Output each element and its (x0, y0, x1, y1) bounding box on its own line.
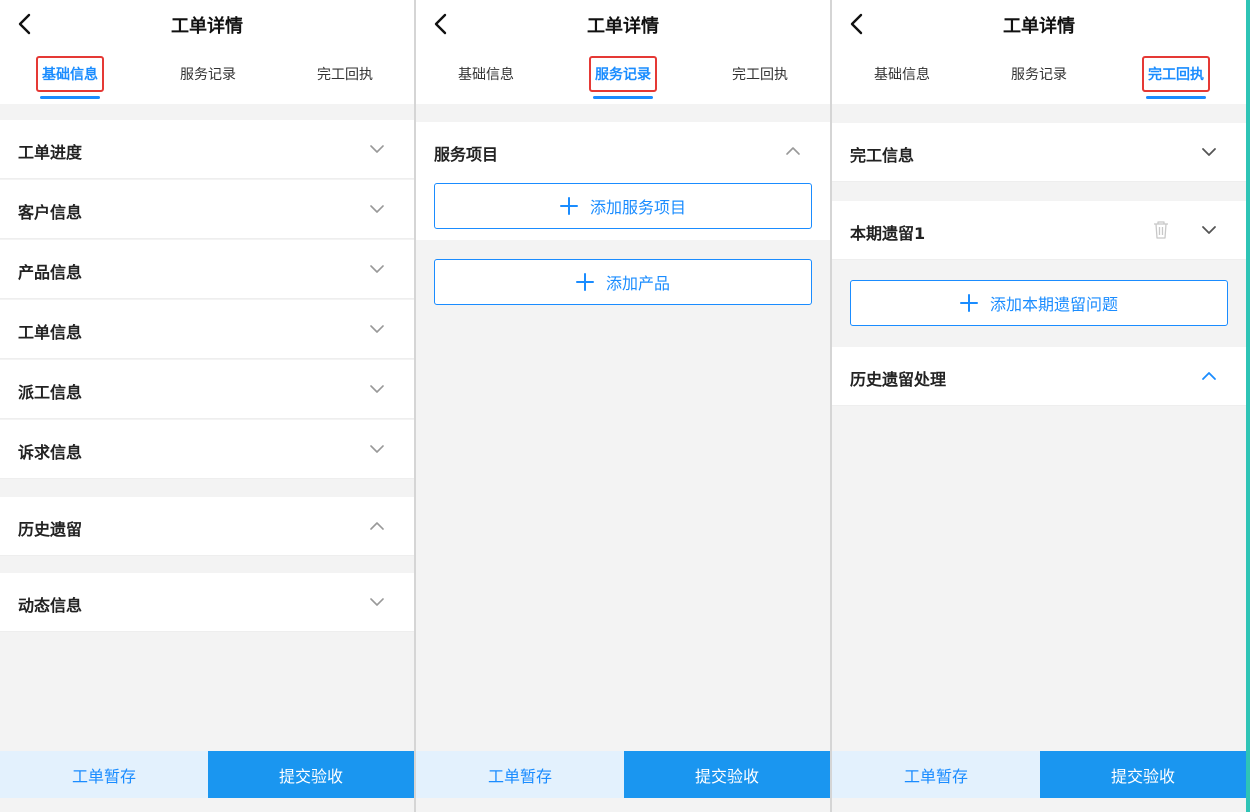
chevron-up-icon (368, 517, 386, 535)
tab-label: 服务记录 (1011, 67, 1067, 83)
section-label: 动态信息 (18, 596, 83, 615)
plus-icon (959, 294, 978, 312)
section-label: 派工信息 (18, 383, 83, 402)
tab-label: 服务记录 (180, 67, 236, 83)
tab-label: 完工回执 (317, 67, 373, 83)
section-dynamic-info[interactable]: 动态信息 (0, 573, 414, 632)
screen-basic-info: 工单详情 基础信息 服务记录 完工回执 工单进度 客户信息 产品信息 工单信息 … (0, 0, 414, 812)
section-label: 客户信息 (18, 203, 83, 222)
button-label: 添加本期遗留问题 (989, 295, 1118, 314)
section-label: 服务项目 (434, 145, 499, 164)
save-draft-button[interactable]: 工单暂存 (832, 751, 1040, 798)
screen-service-record: 工单详情 基础信息 服务记录 完工回执 服务项目 添加服务项目 添加产品 工单暂… (416, 0, 830, 812)
save-draft-button[interactable]: 工单暂存 (0, 751, 208, 798)
page-title: 工单详情 (1003, 16, 1075, 37)
section-historical-legacy[interactable]: 历史遗留 (0, 497, 414, 556)
screen-completion-receipt: 工单详情 基础信息 服务记录 完工回执 完工信息 本期遗留1 添加本期遗留问题 … (832, 0, 1246, 812)
tab-underline (40, 96, 100, 99)
section-completion-info[interactable]: 完工信息 (832, 123, 1246, 182)
tab-completion-receipt[interactable]: 完工回执 (700, 64, 820, 84)
section-label: 工单进度 (18, 143, 83, 162)
tab-underline (1146, 96, 1206, 99)
footer-bar: 工单暂存 提交验收 (416, 751, 830, 798)
chevron-down-icon (368, 380, 386, 398)
screens-container: 工单详情 基础信息 服务记录 完工回执 工单进度 客户信息 产品信息 工单信息 … (0, 0, 1250, 812)
highlight-box (36, 56, 104, 92)
plus-icon (559, 197, 578, 215)
header: 工单详情 基础信息 服务记录 完工回执 (416, 0, 830, 104)
button-label: 添加产品 (605, 274, 670, 293)
chevron-down-icon (1200, 143, 1218, 161)
section-label: 产品信息 (18, 263, 83, 282)
tab-bar: 基础信息 服务记录 完工回执 (832, 56, 1246, 104)
header: 工单详情 基础信息 服务记录 完工回执 (0, 0, 414, 104)
chevron-up-icon (1200, 367, 1218, 385)
tab-service-record[interactable]: 服务记录 (979, 64, 1099, 84)
tab-service-record[interactable]: 服务记录 (563, 56, 683, 99)
tab-bar: 基础信息 服务记录 完工回执 (416, 56, 830, 104)
chevron-down-icon (368, 260, 386, 278)
plus-icon (575, 273, 594, 291)
tab-bar: 基础信息 服务记录 完工回执 (0, 56, 414, 104)
tab-label: 基础信息 (874, 67, 930, 83)
tab-label: 完工回执 (732, 67, 788, 83)
section-service-items[interactable]: 服务项目 (416, 122, 830, 181)
tab-completion-receipt[interactable]: 完工回执 (285, 64, 405, 84)
section-work-order-info[interactable]: 工单信息 (0, 300, 414, 359)
button-label: 添加服务项目 (589, 198, 686, 217)
section-dispatch-info[interactable]: 派工信息 (0, 360, 414, 419)
tab-basic-info[interactable]: 基础信息 (10, 56, 130, 99)
add-service-item-button[interactable]: 添加服务项目 (434, 183, 812, 229)
service-items-panel: 服务项目 添加服务项目 (416, 122, 830, 240)
page-title: 工单详情 (171, 16, 243, 37)
chevron-up-icon (784, 142, 802, 160)
tab-label: 基础信息 (458, 67, 514, 83)
section-label: 历史遗留处理 (850, 370, 947, 389)
tab-service-record[interactable]: 服务记录 (148, 64, 268, 84)
window-edge (1246, 0, 1250, 812)
highlight-box (589, 56, 657, 92)
add-product-button[interactable]: 添加产品 (434, 259, 812, 305)
tab-basic-info[interactable]: 基础信息 (426, 64, 546, 84)
highlight-box (1142, 56, 1210, 92)
tab-basic-info[interactable]: 基础信息 (842, 64, 962, 84)
add-current-legacy-issue-button[interactable]: 添加本期遗留问题 (850, 280, 1228, 326)
section-current-legacy-1[interactable]: 本期遗留1 (832, 201, 1246, 260)
section-historical-legacy-handling[interactable]: 历史遗留处理 (832, 347, 1246, 406)
submit-acceptance-button[interactable]: 提交验收 (624, 751, 830, 798)
section-product-info[interactable]: 产品信息 (0, 240, 414, 299)
header: 工单详情 基础信息 服务记录 完工回执 (832, 0, 1246, 104)
chevron-down-icon (368, 440, 386, 458)
footer-bar: 工单暂存 提交验收 (0, 751, 414, 798)
save-draft-button[interactable]: 工单暂存 (416, 751, 624, 798)
section-work-order-progress[interactable]: 工单进度 (0, 120, 414, 179)
section-label: 历史遗留 (18, 520, 83, 539)
section-label: 诉求信息 (18, 443, 83, 462)
submit-acceptance-button[interactable]: 提交验收 (1040, 751, 1246, 798)
section-customer-info[interactable]: 客户信息 (0, 180, 414, 239)
trash-icon[interactable] (1152, 220, 1170, 240)
page-title: 工单详情 (587, 16, 659, 37)
footer-bar: 工单暂存 提交验收 (832, 751, 1246, 798)
tab-completion-receipt[interactable]: 完工回执 (1116, 56, 1236, 99)
chevron-down-icon (368, 200, 386, 218)
tab-underline (593, 96, 653, 99)
submit-acceptance-button[interactable]: 提交验收 (208, 751, 414, 798)
chevron-down-icon (368, 140, 386, 158)
chevron-down-icon (368, 320, 386, 338)
section-label: 完工信息 (850, 146, 915, 165)
chevron-down-icon (1200, 221, 1218, 239)
section-label: 本期遗留1 (850, 224, 926, 243)
chevron-down-icon (368, 593, 386, 611)
section-label: 工单信息 (18, 323, 83, 342)
section-request-info[interactable]: 诉求信息 (0, 420, 414, 479)
